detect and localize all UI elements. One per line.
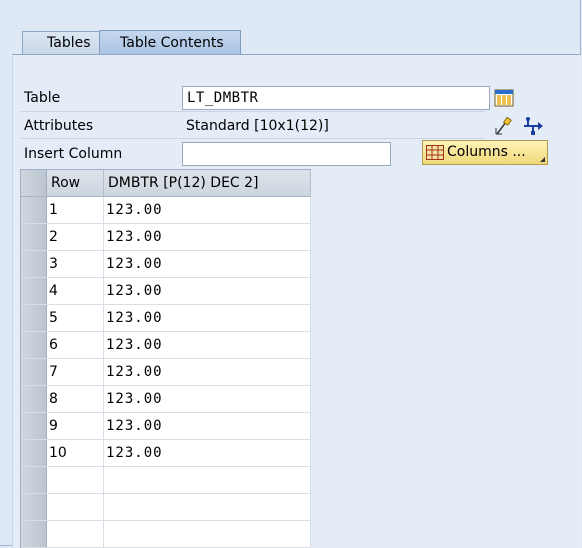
cell-row-number: 5: [47, 305, 104, 331]
cell-row-number: [47, 467, 104, 493]
table-row[interactable]: [21, 467, 311, 494]
data-table: Row DMBTR [P(12) DEC 2] 1 123.00 2 123.00 3 1…: [20, 169, 311, 548]
cell-row-number: [47, 521, 104, 547]
columns-button-label: Columns ...: [447, 144, 526, 160]
table-header: Row DMBTR [P(12) DEC 2]: [21, 170, 311, 197]
tab-tables[interactable]: Tables: [22, 31, 108, 54]
row-selector[interactable]: [21, 305, 47, 331]
attributes-label: Attributes: [24, 118, 94, 134]
cell-row-number: 10: [47, 440, 104, 466]
column-header-dmbtr[interactable]: DMBTR [P(12) DEC 2]: [104, 170, 311, 196]
cell-row-number: [47, 494, 104, 520]
row-selector[interactable]: [21, 413, 47, 439]
row-selector[interactable]: [21, 332, 47, 358]
table-row[interactable]: 2 123.00: [21, 224, 311, 251]
cell-row-number: 4: [47, 278, 104, 304]
select-all-button[interactable]: [21, 170, 47, 196]
cell-dmbtr[interactable]: 123.00: [104, 332, 311, 358]
attributes-value: Standard [10x1(12)]: [186, 118, 329, 134]
cell-row-number: 9: [47, 413, 104, 439]
connect-icon[interactable]: [522, 116, 544, 140]
tab-tables-label: Tables: [47, 35, 91, 51]
row-selector[interactable]: [21, 440, 47, 466]
cell-dmbtr[interactable]: 123.00: [104, 305, 311, 331]
table-row[interactable]: 9 123.00: [21, 413, 311, 440]
table-row[interactable]: 4 123.00: [21, 278, 311, 305]
columns-button[interactable]: Columns ...: [422, 140, 548, 165]
row-selector[interactable]: [21, 278, 47, 304]
dropdown-corner-icon: [540, 157, 545, 162]
table-row[interactable]: [21, 494, 311, 521]
cell-dmbtr[interactable]: 123.00: [104, 197, 311, 223]
cell-dmbtr[interactable]: [104, 494, 311, 520]
row-selector[interactable]: [21, 197, 47, 223]
table-row[interactable]: 1 123.00: [21, 197, 311, 224]
tab-table-contents[interactable]: Table Contents: [99, 30, 241, 55]
table-row[interactable]: 6 123.00: [21, 332, 311, 359]
cell-dmbtr[interactable]: [104, 521, 311, 547]
divider: [20, 111, 485, 112]
cell-dmbtr[interactable]: [104, 467, 311, 493]
row-selector[interactable]: [21, 386, 47, 412]
tab-table-contents-label: Table Contents: [120, 35, 224, 51]
row-selector[interactable]: [21, 521, 47, 547]
table-row[interactable]: 7 123.00: [21, 359, 311, 386]
table-name-field[interactable]: [182, 86, 490, 110]
table-label: Table: [24, 90, 61, 106]
tab-strip: Tables Table Contents: [0, 0, 582, 60]
cell-row-number: 8: [47, 386, 104, 412]
table-row[interactable]: 8 123.00: [21, 386, 311, 413]
cell-dmbtr[interactable]: 123.00: [104, 440, 311, 466]
cell-row-number: 1: [47, 197, 104, 223]
row-selector[interactable]: [21, 251, 47, 277]
row-selector[interactable]: [21, 494, 47, 520]
divider: [20, 138, 485, 139]
cell-dmbtr[interactable]: 123.00: [104, 386, 311, 412]
cell-dmbtr[interactable]: 123.00: [104, 251, 311, 277]
table-row[interactable]: 3 123.00: [21, 251, 311, 278]
cell-dmbtr[interactable]: 123.00: [104, 278, 311, 304]
row-selector[interactable]: [21, 467, 47, 493]
cell-row-number: 2: [47, 224, 104, 250]
row-selector[interactable]: [21, 224, 47, 250]
table-row[interactable]: 10 123.00: [21, 440, 311, 467]
table-layout-icon[interactable]: [494, 88, 514, 112]
cell-row-number: 7: [47, 359, 104, 385]
grid-icon: [426, 145, 444, 168]
edit-pencil-icon[interactable]: [494, 116, 514, 140]
insert-column-field[interactable]: [182, 142, 391, 166]
table-row[interactable]: [21, 521, 311, 548]
cell-dmbtr[interactable]: 123.00: [104, 224, 311, 250]
column-header-row[interactable]: Row: [47, 170, 104, 196]
cell-row-number: 3: [47, 251, 104, 277]
row-selector[interactable]: [21, 359, 47, 385]
cell-row-number: 6: [47, 332, 104, 358]
cell-dmbtr[interactable]: 123.00: [104, 413, 311, 439]
table-row[interactable]: 5 123.00: [21, 305, 311, 332]
cell-dmbtr[interactable]: 123.00: [104, 359, 311, 385]
insert-column-label: Insert Column: [24, 146, 123, 162]
